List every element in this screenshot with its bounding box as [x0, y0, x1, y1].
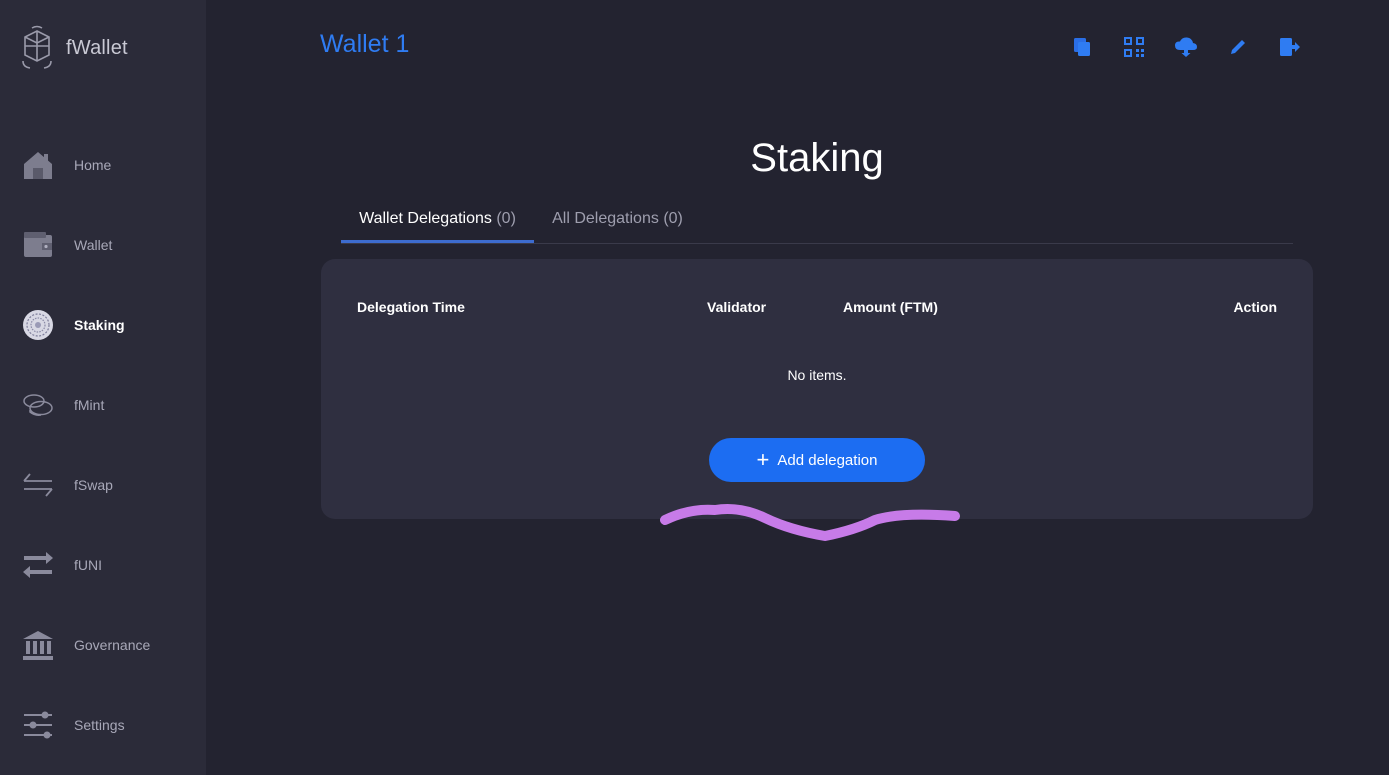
sidebar-item-label: Governance: [74, 637, 151, 653]
delegations-table-card: Delegation Time Validator Amount (FTM) A…: [321, 259, 1313, 519]
plus-icon: +: [756, 447, 770, 472]
bank-icon: [20, 627, 56, 663]
sidebar-item-label: Wallet: [74, 237, 113, 253]
empty-state-text: No items.: [787, 367, 847, 383]
page-title: Staking: [750, 136, 884, 180]
sidebar-item-label: fSwap: [74, 477, 113, 493]
header-actions: [1070, 36, 1330, 58]
column-header-validator: Validator: [707, 299, 767, 315]
sidebar-item-governance[interactable]: Governance: [0, 615, 206, 675]
cloud-download-icon[interactable]: [1174, 36, 1198, 58]
swap-icon: [20, 467, 56, 503]
wallet-title: Wallet 1: [320, 30, 410, 58]
annotation-scribble: [660, 504, 960, 541]
tab-all-delegations[interactable]: All Delegations (0): [550, 203, 685, 243]
copy-icon[interactable]: [1070, 36, 1094, 58]
delegation-tabs: Wallet Delegations (0) All Delegations (…: [341, 203, 1293, 244]
app-name: fWallet: [66, 36, 128, 59]
column-header-amount: Amount (FTM): [843, 299, 938, 315]
add-delegation-button[interactable]: + Add delegation: [709, 438, 925, 482]
logout-icon[interactable]: [1278, 36, 1302, 58]
column-header-action: Action: [1233, 299, 1277, 315]
sliders-icon: [20, 707, 56, 743]
tab-count: (0): [496, 210, 516, 227]
wallet-icon: [20, 227, 56, 263]
tab-count: (0): [663, 210, 683, 227]
fantom-logo-icon: [22, 25, 52, 69]
sidebar-item-fswap[interactable]: fSwap: [0, 455, 206, 515]
tab-label: All Delegations: [552, 210, 659, 227]
sidebar-item-settings[interactable]: Settings: [0, 695, 206, 755]
sidebar-item-label: Settings: [74, 717, 125, 733]
sidebar-item-wallet[interactable]: Wallet: [0, 215, 206, 275]
sidebar-item-label: fUNI: [74, 557, 102, 573]
sidebar: fWallet Home Wallet Staking fMint fSwap: [0, 0, 206, 775]
sidebar-item-label: Staking: [74, 317, 125, 333]
tab-label: Wallet Delegations: [359, 210, 492, 227]
column-header-delegation-time: Delegation Time: [357, 299, 465, 315]
tab-wallet-delegations[interactable]: Wallet Delegations (0): [341, 203, 534, 243]
sidebar-item-staking[interactable]: Staking: [0, 295, 206, 355]
add-delegation-label: Add delegation: [777, 451, 878, 469]
sidebar-item-label: fMint: [74, 397, 105, 413]
coins-icon: [20, 387, 56, 423]
pencil-icon[interactable]: [1226, 36, 1250, 58]
qr-code-icon[interactable]: [1122, 36, 1146, 58]
logo[interactable]: fWallet: [20, 25, 128, 71]
sidebar-item-fmint[interactable]: fMint: [0, 375, 206, 435]
staking-icon: [20, 307, 56, 343]
exchange-icon: [20, 547, 56, 583]
sidebar-item-funi[interactable]: fUNI: [0, 535, 206, 595]
